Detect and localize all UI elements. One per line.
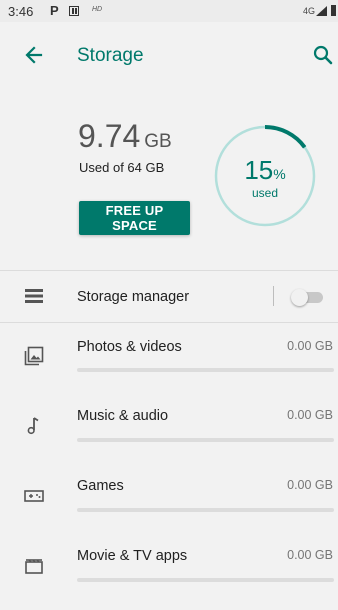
network-type: 4G: [303, 6, 316, 16]
category-size: 0.00 GB: [287, 478, 333, 492]
storage-manager-toggle[interactable]: [291, 289, 324, 306]
parking-notification-icon: P: [50, 3, 59, 18]
category-label: Music & audio: [77, 408, 169, 424]
arrow-back-icon: [25, 46, 43, 64]
app-bar: Storage: [0, 22, 338, 82]
storage-list-icon: [25, 289, 43, 303]
back-button[interactable]: [20, 40, 50, 70]
page-title: Storage: [77, 45, 144, 66]
category-games[interactable]: Games 0.00 GB: [0, 470, 338, 540]
storage-manager-label: Storage manager: [77, 289, 190, 305]
storage-manager-row[interactable]: Storage manager: [0, 272, 338, 322]
music-note-icon: [27, 417, 39, 435]
used-amount-value: 9.74: [78, 118, 141, 154]
used-of-total: Used of 64 GB: [79, 160, 165, 175]
signal-icon: [316, 6, 327, 16]
battery-icon: [331, 5, 336, 16]
usage-percent-value: 15: [244, 155, 274, 185]
category-usage-bar: [77, 438, 334, 442]
usage-percent-sign: %: [273, 166, 286, 182]
category-usage-bar: [77, 368, 334, 372]
calendar-notification-icon: [69, 6, 79, 16]
category-movie-tv-apps[interactable]: Movie & TV apps 0.00 GB: [0, 540, 338, 610]
category-label: Movie & TV apps: [77, 548, 188, 564]
status-time: 3:46: [8, 4, 34, 19]
category-label: Photos & videos: [77, 339, 182, 355]
category-usage-bar: [77, 508, 334, 512]
usage-percent: 15%: [213, 155, 317, 186]
category-size: 0.00 GB: [287, 548, 333, 562]
used-amount: 9.74 GB: [78, 118, 172, 155]
hd-voice-icon: HD: [92, 6, 103, 13]
divider: [0, 270, 338, 271]
category-usage-bar: [77, 578, 334, 582]
category-photos-videos[interactable]: Photos & videos 0.00 GB: [0, 330, 338, 400]
toggle-thumb: [291, 289, 308, 306]
used-amount-unit: GB: [144, 131, 172, 152]
category-size: 0.00 GB: [287, 339, 333, 353]
category-size: 0.00 GB: [287, 408, 333, 422]
photos-icon: [24, 346, 44, 366]
search-icon: [313, 45, 333, 65]
free-up-space-button[interactable]: FREE UP SPACE: [79, 201, 190, 235]
status-bar: 3:46 P HD 4G: [0, 0, 338, 22]
category-music-audio[interactable]: Music & audio 0.00 GB: [0, 400, 338, 470]
search-button[interactable]: [312, 44, 336, 68]
usage-percent-label: used: [251, 186, 279, 200]
category-label: Games: [77, 478, 124, 494]
gamepad-icon: [24, 490, 44, 502]
movie-icon: [25, 559, 43, 574]
vertical-divider: [273, 286, 274, 306]
divider: [0, 322, 338, 323]
